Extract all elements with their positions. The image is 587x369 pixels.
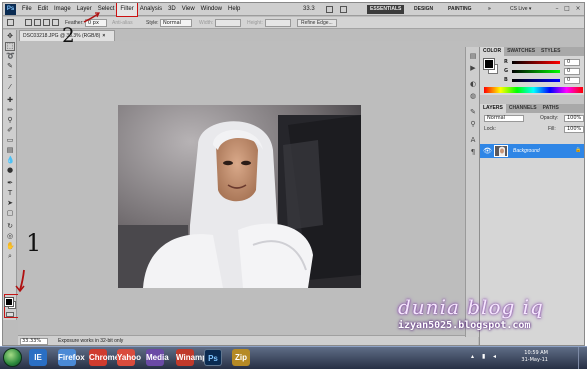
color-panel-foreground[interactable]	[483, 58, 495, 70]
watermark-url: izyan5025.blogspot.com	[398, 320, 531, 331]
foreground-color-swatch[interactable]	[4, 297, 14, 307]
taskbar-winamp-icon[interactable]: Winamp	[176, 349, 207, 366]
taskbar-ie-icon[interactable]: IE	[29, 349, 47, 366]
taskbar-zip-icon[interactable]: Zip	[232, 349, 250, 366]
annotation-step-2: 2	[62, 23, 75, 47]
show-desktop-button[interactable]	[578, 347, 587, 369]
tray-volume-icon[interactable]: ◂	[493, 354, 499, 360]
taskbar-yahoo-icon[interactable]: Yahoo	[117, 349, 141, 366]
tray-network-icon[interactable]: ▮	[482, 354, 488, 360]
start-button[interactable]	[3, 348, 22, 367]
tray-arrow-icon[interactable]: ▴	[471, 354, 477, 360]
watermark-title: dunia blog iq	[398, 295, 544, 319]
arrow-to-filter	[83, 13, 99, 23]
taskbar-firefox-icon[interactable]: Firefox	[58, 349, 85, 366]
tray-clock[interactable]: 10:59 AM 31-May-11	[504, 350, 548, 364]
windows-taskbar: IE Firefox Chrome Yahoo Media Winamp Ps …	[0, 346, 587, 369]
taskbar-photoshop-icon[interactable]: Ps	[204, 349, 222, 366]
taskbar-media-icon[interactable]: Media	[146, 349, 169, 366]
tray-date: 31-May-11	[521, 357, 548, 363]
annotation-step-1: 1	[26, 229, 42, 257]
tray-time: 10:59 AM	[524, 350, 548, 356]
taskbar-chrome-icon[interactable]: Chrome	[89, 349, 119, 366]
